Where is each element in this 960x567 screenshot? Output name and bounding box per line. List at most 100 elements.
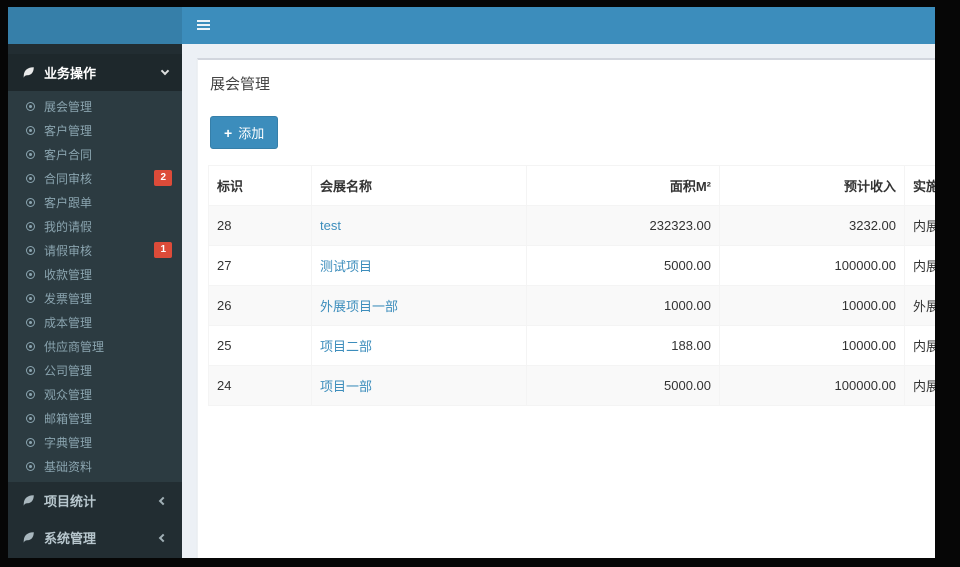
cell-id: 24 bbox=[208, 365, 312, 406]
sidebar-item-my-leave[interactable]: 我的请假 bbox=[8, 214, 182, 238]
logo-area bbox=[8, 7, 182, 44]
dot-circle-icon bbox=[26, 437, 35, 447]
exhibition-box: 展会管理 + 添加 标识 会展名称 面积M² 预计收入 实 28 test 23… bbox=[197, 58, 935, 558]
sidebar-section-business-ops[interactable]: 业务操作 bbox=[8, 54, 182, 91]
sidebar-item-label: 发票管理 bbox=[44, 291, 93, 306]
table-header-row: 标识 会展名称 面积M² 预计收入 实施部门 bbox=[208, 165, 935, 206]
col-header-dept: 实施部门 bbox=[904, 165, 935, 206]
sidebar-item-company-mgmt[interactable]: 公司管理 bbox=[8, 358, 182, 382]
sidebar-item-mailbox-mgmt[interactable]: 邮箱管理 bbox=[8, 406, 182, 430]
content-area: 展会管理 + 添加 标识 会展名称 面积M² 预计收入 实 28 test 23… bbox=[182, 44, 935, 558]
sidebar-item-payment-mgmt[interactable]: 收款管理 bbox=[8, 262, 182, 286]
exhibition-link[interactable]: 项目一部 bbox=[320, 379, 372, 394]
notification-badge: 2 bbox=[154, 170, 172, 186]
dot-circle-icon bbox=[26, 413, 35, 423]
leaf-icon bbox=[22, 531, 35, 544]
exhibition-link[interactable]: 测试项目 bbox=[320, 259, 372, 274]
chevron-left-icon bbox=[158, 533, 168, 542]
sidebar-item-dictionary-mgmt[interactable]: 字典管理 bbox=[8, 430, 182, 454]
sidebar-item-label: 合同审核 bbox=[44, 171, 93, 186]
sidebar-item-label: 请假审核 bbox=[44, 243, 93, 258]
sidebar-item-basic-data[interactable]: 基础资料 bbox=[8, 454, 182, 478]
sidebar-item-exhibition-mgmt[interactable]: 展会管理 bbox=[8, 94, 182, 118]
top-navbar bbox=[182, 7, 935, 44]
table-row: 27 测试项目 5000.00 100000.00 内展项目 bbox=[208, 245, 935, 286]
chevron-left-icon bbox=[158, 496, 168, 505]
dot-circle-icon bbox=[26, 221, 35, 231]
cell-area: 1000.00 bbox=[526, 285, 720, 326]
sidebar-item-label: 展会管理 bbox=[44, 99, 93, 114]
sidebar-item-customer-mgmt[interactable]: 客户管理 bbox=[8, 118, 182, 142]
sidebar-menu: 业务操作 展会管理 客户管理 客户合同 合同审核 2 客户跟单 我的请假 请假审… bbox=[8, 44, 182, 556]
sidebar-item-label: 我的请假 bbox=[44, 219, 93, 234]
sidebar-submenu: 展会管理 客户管理 客户合同 合同审核 2 客户跟单 我的请假 请假审核 1 收… bbox=[8, 91, 182, 482]
add-button[interactable]: + 添加 bbox=[210, 116, 279, 149]
screenshot-frame: 业务操作 展会管理 客户管理 客户合同 合同审核 2 客户跟单 我的请假 请假审… bbox=[0, 0, 960, 567]
dot-circle-icon bbox=[26, 461, 35, 471]
sidebar-item-audience-mgmt[interactable]: 观众管理 bbox=[8, 382, 182, 406]
hamburger-icon[interactable] bbox=[197, 20, 210, 22]
sidebar-item-customer-contract[interactable]: 客户合同 bbox=[8, 142, 182, 166]
sidebar-item-label: 字典管理 bbox=[44, 435, 93, 450]
sidebar-section-label: 系统管理 bbox=[44, 531, 97, 546]
dot-circle-icon bbox=[26, 389, 35, 399]
col-header-name: 会展名称 bbox=[311, 165, 527, 206]
dot-circle-icon bbox=[26, 365, 35, 375]
cell-dept: 内展项目 bbox=[904, 365, 935, 406]
cell-area: 232323.00 bbox=[526, 205, 720, 246]
table-row: 24 项目一部 5000.00 100000.00 内展项目 bbox=[208, 365, 935, 406]
sidebar-section-project-stats[interactable]: 项目统计 bbox=[8, 482, 182, 519]
cell-area: 5000.00 bbox=[526, 365, 720, 406]
cell-id: 25 bbox=[208, 325, 312, 366]
sidebar-item-invoice-mgmt[interactable]: 发票管理 bbox=[8, 286, 182, 310]
dot-circle-icon bbox=[26, 101, 35, 111]
sidebar-section-system-mgmt[interactable]: 系统管理 bbox=[8, 519, 182, 556]
exhibition-link[interactable]: 外展项目一部 bbox=[320, 299, 398, 314]
table-row: 28 test 232323.00 3232.00 内展项目 bbox=[208, 205, 935, 246]
sidebar-item-label: 客户合同 bbox=[44, 147, 93, 162]
table-row: 26 外展项目一部 1000.00 10000.00 外展项目 bbox=[208, 285, 935, 326]
cell-income: 10000.00 bbox=[719, 325, 905, 366]
sidebar-item-supplier-mgmt[interactable]: 供应商管理 bbox=[8, 334, 182, 358]
table-row: 25 项目二部 188.00 10000.00 内展项目 bbox=[208, 325, 935, 366]
dot-circle-icon bbox=[26, 341, 35, 351]
plus-icon: + bbox=[224, 124, 233, 141]
cell-area: 188.00 bbox=[526, 325, 720, 366]
dot-circle-icon bbox=[26, 173, 35, 183]
cell-dept: 内展项目 bbox=[904, 245, 935, 286]
sidebar-section-label: 业务操作 bbox=[44, 66, 97, 81]
cell-dept: 内展项目 bbox=[904, 325, 935, 366]
sidebar-item-label: 客户跟单 bbox=[44, 195, 93, 210]
page-title: 展会管理 bbox=[210, 76, 271, 93]
col-header-id: 标识 bbox=[208, 165, 312, 206]
sidebar-item-label: 邮箱管理 bbox=[44, 411, 93, 426]
dot-circle-icon bbox=[26, 317, 35, 327]
sidebar-item-customer-followup[interactable]: 客户跟单 bbox=[8, 190, 182, 214]
col-header-area: 面积M² bbox=[526, 165, 720, 206]
cell-area: 5000.00 bbox=[526, 245, 720, 286]
cell-dept: 外展项目 bbox=[904, 285, 935, 326]
exhibition-link[interactable]: test bbox=[320, 218, 341, 233]
exhibition-table: 标识 会展名称 面积M² 预计收入 实施部门 28 test 2 bbox=[208, 165, 935, 406]
sidebar-item-label: 基础资料 bbox=[44, 459, 93, 474]
sidebar-item-leave-review[interactable]: 请假审核 1 bbox=[8, 238, 182, 262]
box-header: 展会管理 bbox=[198, 60, 935, 104]
cell-income: 10000.00 bbox=[719, 285, 905, 326]
app-window: 业务操作 展会管理 客户管理 客户合同 合同审核 2 客户跟单 我的请假 请假审… bbox=[8, 7, 935, 558]
sidebar-item-cost-mgmt[interactable]: 成本管理 bbox=[8, 310, 182, 334]
sidebar: 业务操作 展会管理 客户管理 客户合同 合同审核 2 客户跟单 我的请假 请假审… bbox=[8, 7, 182, 558]
sidebar-section-label: 项目统计 bbox=[44, 494, 97, 509]
add-button-label: 添加 bbox=[238, 126, 265, 141]
sidebar-item-contract-review[interactable]: 合同审核 2 bbox=[8, 166, 182, 190]
sidebar-item-label: 观众管理 bbox=[44, 387, 93, 402]
dot-circle-icon bbox=[26, 125, 35, 135]
cell-id: 28 bbox=[208, 205, 312, 246]
cell-income: 100000.00 bbox=[719, 245, 905, 286]
exhibition-link[interactable]: 项目二部 bbox=[320, 339, 372, 354]
sidebar-item-label: 供应商管理 bbox=[44, 339, 105, 354]
dot-circle-icon bbox=[26, 197, 35, 207]
sidebar-item-label: 成本管理 bbox=[44, 315, 93, 330]
sidebar-item-label: 公司管理 bbox=[44, 363, 93, 378]
cell-id: 26 bbox=[208, 285, 312, 326]
cell-income: 3232.00 bbox=[719, 205, 905, 246]
